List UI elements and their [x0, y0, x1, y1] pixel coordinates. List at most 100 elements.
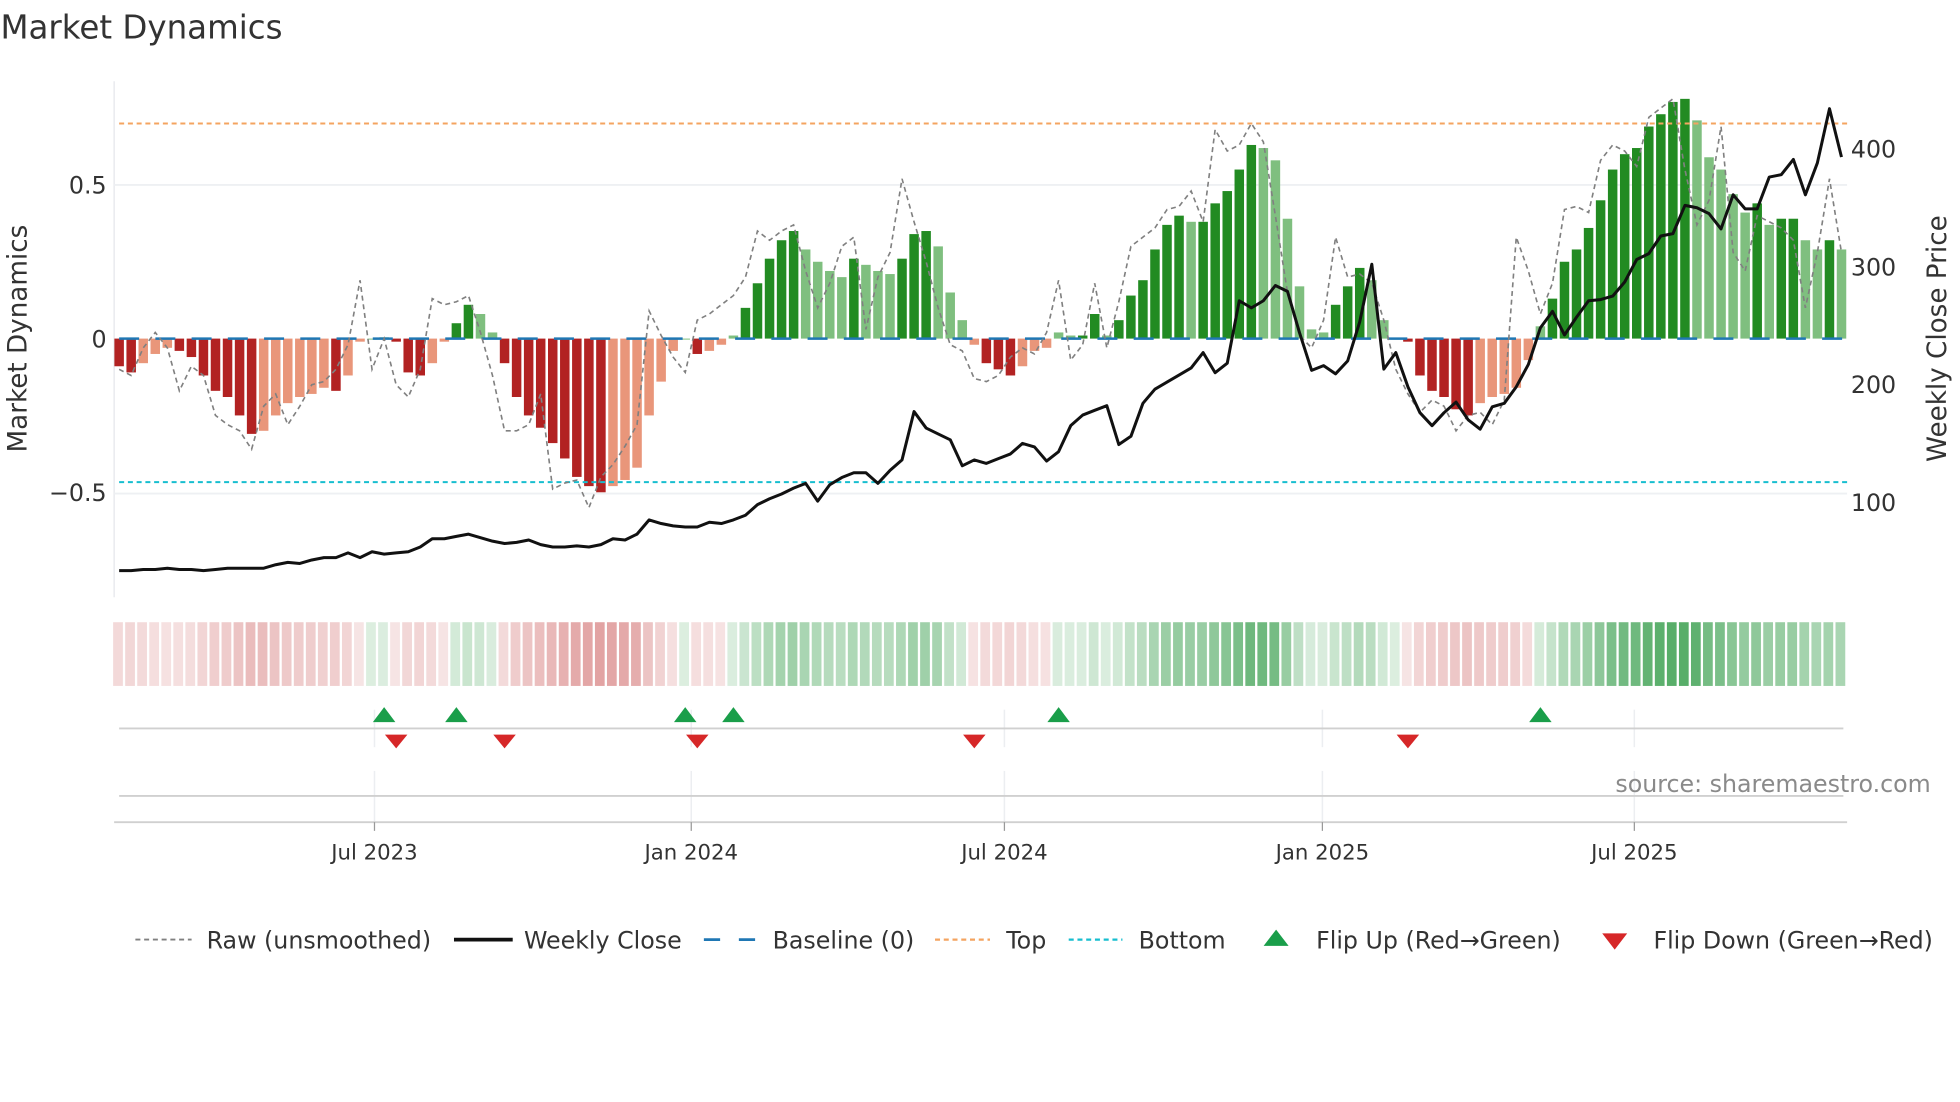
regime-strip-cell — [691, 622, 702, 686]
regime-strip-cell — [402, 622, 412, 686]
histogram-bar — [764, 258, 775, 339]
regime-strip — [113, 622, 1846, 686]
flip-down-marker — [384, 734, 408, 749]
chart-title: Market Dynamics — [0, 9, 282, 47]
legend-item-top[interactable]: Top — [935, 926, 1046, 954]
regime-strip-cell — [835, 622, 846, 686]
regime-strip-cell — [1221, 622, 1231, 686]
legend-item-flip-up[interactable]: Flip Up (Red→Green) — [1263, 926, 1561, 954]
legend-item-flip-down[interactable]: Flip Down (Green→Red) — [1602, 926, 1933, 954]
regime-strip-cell — [1377, 622, 1388, 686]
histogram-bar — [800, 249, 811, 339]
histogram-bar — [535, 338, 546, 428]
left-axis-ticks: 0.5 0 −0.5 — [49, 172, 107, 507]
source-label[interactable]: source: sharemaestro.com — [1615, 770, 1930, 798]
month-gridlines — [373, 709, 1636, 823]
regime-strip-cell — [1124, 622, 1135, 686]
regime-strip-cell — [1775, 622, 1786, 686]
regime-strip-cell — [944, 622, 954, 686]
histogram-bars — [114, 98, 1847, 493]
regime-strip-cell — [1088, 622, 1099, 686]
regime-strip-cell — [1751, 622, 1761, 686]
regime-strip-cell — [257, 622, 268, 686]
histogram-bar — [1619, 154, 1630, 339]
regime-strip-cell — [426, 622, 437, 686]
legend-flip-down-label: Flip Down (Green→Red) — [1653, 926, 1932, 954]
market-dynamics-chart: Market Dynamics 0.5 0 −0.5 100 200 300 400 Ma… — [0, 9, 1952, 955]
regime-strip-cell — [1136, 622, 1147, 686]
x-axis-ticks: Jul 2023 Jan 2024 Jul 2024 Jan 2025 Jul 2025 — [329, 822, 1678, 866]
regime-strip-cell — [1317, 622, 1328, 686]
regime-strip-cell — [643, 622, 653, 686]
regime-strip-cell — [763, 622, 774, 686]
regime-strip-cell — [582, 622, 593, 686]
regime-strip-cell — [727, 622, 738, 686]
legend-item-close[interactable]: Weekly Close — [453, 926, 682, 954]
regime-strip-cell — [1823, 622, 1834, 686]
legend-raw-label: Raw (unsmoothed) — [207, 926, 431, 954]
legend-item-raw[interactable]: Raw (unsmoothed) — [135, 926, 431, 954]
histogram-bar — [463, 304, 474, 339]
regime-strip-cell — [1486, 622, 1496, 686]
histogram-bar — [1571, 249, 1582, 339]
regime-strip-cell — [1534, 622, 1545, 686]
regime-strip-cell — [655, 622, 665, 686]
regime-strip-cell — [1546, 622, 1557, 686]
histogram-bar — [921, 231, 931, 339]
histogram-bar — [909, 234, 919, 339]
histogram-bar — [283, 338, 293, 404]
legend-flip-up-label: Flip Up (Red→Green) — [1316, 926, 1561, 954]
histogram-bar — [1162, 224, 1172, 339]
histogram-bar — [1186, 221, 1196, 339]
regime-strip-cell — [293, 622, 304, 686]
regime-strip-cell — [667, 622, 677, 686]
right-tick-label: 400 — [1851, 136, 1896, 164]
regime-strip-cell — [281, 622, 292, 686]
histogram-bar — [511, 338, 522, 397]
legend-item-baseline[interactable]: Baseline (0) — [703, 926, 914, 954]
flip-down-marker — [1396, 734, 1420, 749]
regime-strip-cell — [606, 622, 617, 686]
flip-up-marker — [722, 707, 745, 723]
histogram-bar — [873, 270, 883, 339]
histogram-bar — [1090, 314, 1100, 339]
regime-strip-cell — [510, 622, 521, 686]
histogram-bar — [584, 338, 594, 487]
histogram-bar — [1583, 227, 1594, 339]
regime-strip-cell — [594, 622, 605, 686]
flip-up-marker — [372, 707, 396, 723]
regime-strip-cell — [1293, 622, 1304, 686]
regime-strip-cell — [1558, 622, 1569, 686]
histogram-bar — [897, 258, 907, 339]
regime-strip-cell — [1678, 622, 1689, 686]
regime-strip-cell — [1630, 622, 1641, 686]
flip-down-marker — [493, 734, 516, 749]
legend-close-label: Weekly Close — [524, 926, 682, 954]
histogram-bar — [1210, 203, 1220, 339]
histogram-bar — [1788, 218, 1799, 339]
histogram-bar — [1668, 101, 1678, 339]
x-tick-label: Jan 2024 — [642, 841, 738, 866]
regime-strip-cell — [438, 622, 449, 686]
histogram-bar — [1487, 338, 1497, 397]
regime-strip-cell — [1341, 622, 1352, 686]
flip-up-marker — [673, 707, 697, 723]
regime-strip-cell — [1606, 622, 1617, 686]
regime-strip-cell — [474, 622, 485, 686]
right-tick-label: 100 — [1851, 489, 1896, 517]
legend-item-bottom[interactable]: Bottom — [1068, 926, 1226, 954]
regime-strip-cell — [1245, 622, 1256, 686]
histogram-bar — [1607, 169, 1618, 339]
regime-strip-cell — [751, 622, 762, 686]
histogram-bar — [1824, 240, 1835, 339]
histogram-bar — [150, 338, 161, 354]
regime-strip-cell — [847, 622, 858, 686]
regime-strip-cell — [980, 622, 991, 686]
histogram-bar — [1716, 169, 1726, 339]
regime-strip-cell — [1462, 622, 1472, 686]
regime-strip-cell — [1233, 622, 1244, 686]
histogram-bar — [1632, 148, 1642, 339]
histogram-bar — [752, 283, 763, 339]
regime-strip-cell — [1594, 622, 1605, 686]
histogram-bar — [1270, 160, 1281, 339]
